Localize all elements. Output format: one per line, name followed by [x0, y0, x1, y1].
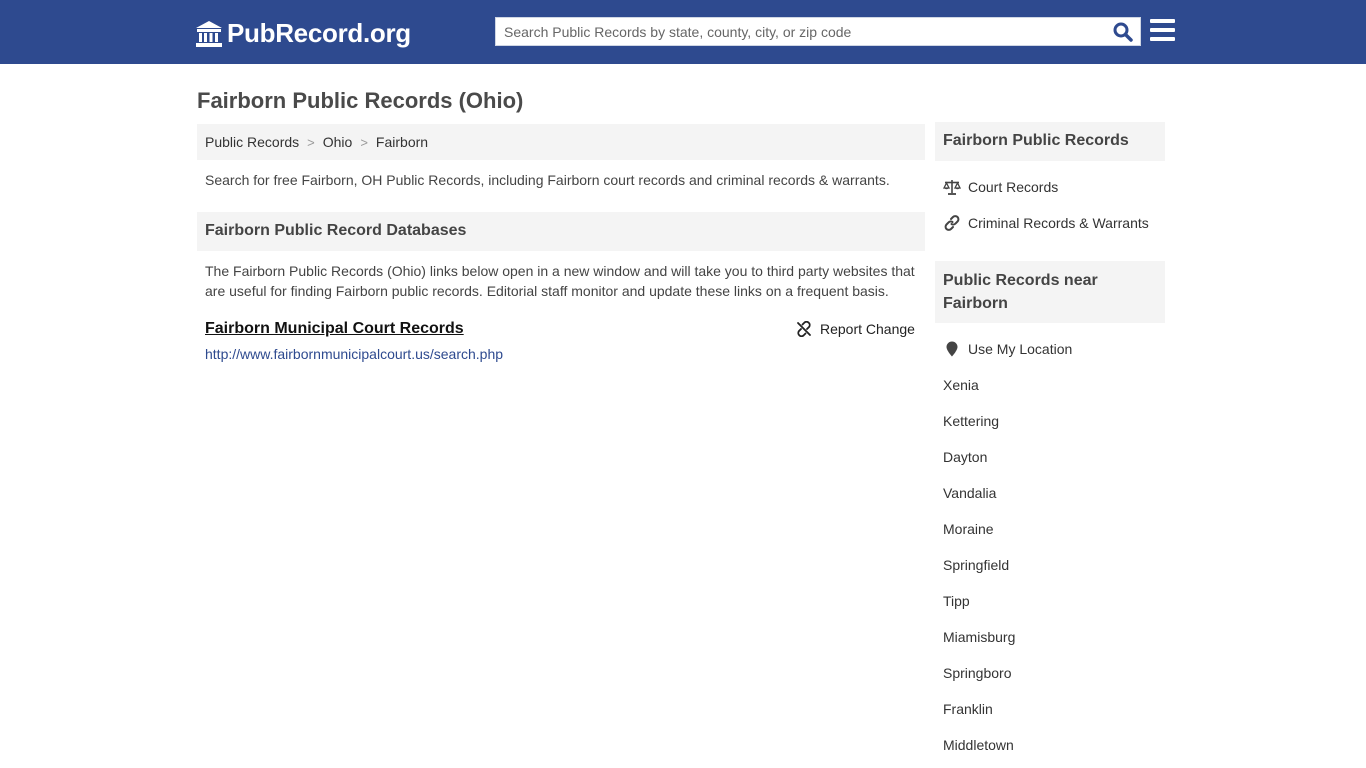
map-pin-icon [943, 341, 961, 357]
nearby-city-link[interactable]: Moraine [943, 521, 994, 537]
intro-text: Search for free Fairborn, OH Public Reco… [205, 172, 890, 188]
section-description: The Fairborn Public Records (Ohio) links… [205, 263, 915, 299]
nearby-city-link[interactable]: Kettering [943, 413, 999, 429]
breadcrumb-separator: > [307, 134, 315, 150]
top-navigation-bar: PubRecord.org [0, 0, 1366, 64]
menu-bar-icon [1150, 28, 1175, 32]
report-change-label: Report Change [820, 321, 915, 337]
nearby-city-link[interactable]: Springboro [943, 665, 1012, 681]
search-input[interactable] [496, 18, 1106, 45]
breadcrumb-ohio[interactable]: Ohio [323, 134, 353, 150]
sidebar-title-fairborn-records: Fairborn Public Records [935, 122, 1165, 161]
nearby-city-link[interactable]: Middletown [943, 737, 1014, 753]
nearby-city-link[interactable]: Tipp [943, 593, 970, 609]
search-button[interactable] [1110, 20, 1136, 44]
sidebar-title-nearby-records: Public Records near Fairborn [935, 261, 1165, 323]
use-my-location-label: Use My Location [968, 341, 1073, 357]
use-my-location-link[interactable]: Use My Location [943, 341, 1072, 357]
nearby-city-link[interactable]: Franklin [943, 701, 993, 717]
broken-link-icon [797, 321, 811, 337]
sidebar-link-label: Court Records [968, 179, 1059, 195]
site-logo[interactable]: PubRecord.org [195, 18, 411, 49]
record-url-link[interactable]: http://www.fairbornmunicipalcourt.us/sea… [205, 346, 503, 362]
nearby-city-link[interactable]: Miamisburg [943, 629, 1015, 645]
report-change-button[interactable]: Report Change [796, 321, 915, 337]
menu-bar-icon [1150, 19, 1175, 23]
sidebar-link-label: Criminal Records & Warrants [968, 215, 1149, 231]
breadcrumb-fairborn[interactable]: Fairborn [376, 134, 428, 150]
link-icon [943, 215, 961, 231]
record-link-municipal-court[interactable]: Fairborn Municipal Court Records [205, 320, 464, 338]
nearby-city-link[interactable]: Xenia [943, 377, 979, 393]
sidebar-link-criminal-records[interactable]: Criminal Records & Warrants [943, 215, 1149, 231]
hamburger-menu-button[interactable] [1150, 19, 1175, 41]
breadcrumb-public-records[interactable]: Public Records [205, 134, 299, 150]
page-title: Fairborn Public Records (Ohio) [197, 88, 524, 113]
logo-text: PubRecord.org [227, 18, 411, 48]
nearby-city-link[interactable]: Vandalia [943, 485, 996, 501]
sidebar-link-court-records[interactable]: Court Records [943, 179, 1058, 195]
nearby-city-link[interactable]: Springfield [943, 557, 1009, 573]
breadcrumb: Public Records > Ohio > Fairborn [197, 124, 925, 160]
balance-scale-icon [943, 179, 961, 195]
courthouse-icon [196, 20, 222, 47]
nearby-city-link[interactable]: Dayton [943, 449, 987, 465]
search-bar [495, 17, 1141, 46]
search-icon [1113, 22, 1133, 42]
breadcrumb-separator: > [360, 134, 368, 150]
menu-bar-icon [1150, 37, 1175, 41]
section-title-databases: Fairborn Public Record Databases [197, 212, 925, 251]
